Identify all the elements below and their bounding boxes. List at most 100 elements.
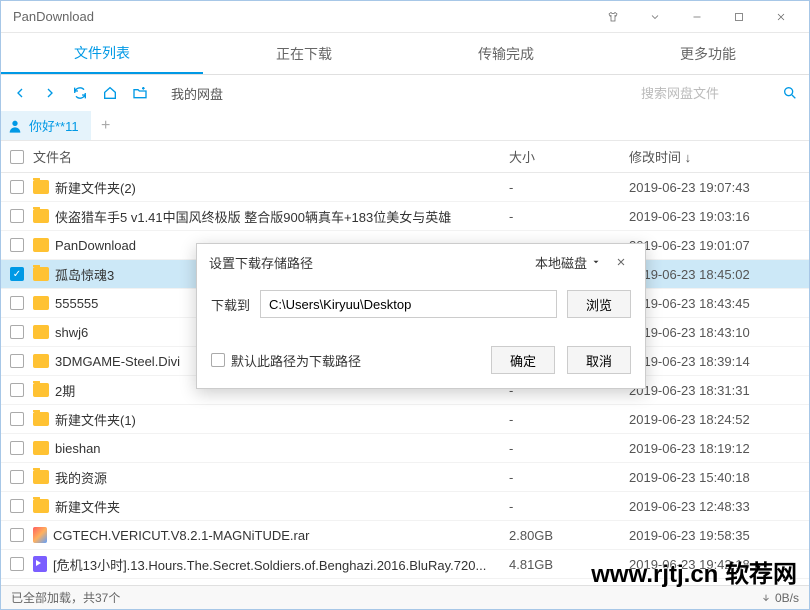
app-window: PanDownload 文件列表 正在下载 传输完成 更多功能 我的网盘 你好*… [0, 0, 810, 610]
close-button[interactable] [761, 3, 801, 31]
disk-selector[interactable]: 本地磁盘 [535, 253, 609, 272]
file-row[interactable]: 新建文件夹-2019-06-23 12:48:33 [1, 492, 809, 521]
user-tab[interactable]: 你好**11 [1, 111, 91, 140]
shirt-icon[interactable] [593, 3, 633, 31]
file-size: - [509, 470, 629, 485]
home-button[interactable] [95, 78, 125, 108]
titlebar: PanDownload [1, 1, 809, 33]
row-checkbox[interactable] [10, 412, 24, 426]
folder-icon [33, 180, 49, 194]
browse-button[interactable]: 浏览 [567, 290, 631, 318]
breadcrumb[interactable]: 我的网盘 [155, 84, 635, 103]
file-name: 侠盗猎车手5 v1.41中国风终极版 整合版900辆真车+183位美女与英雄 [55, 207, 451, 226]
ok-button[interactable]: 确定 [491, 346, 555, 374]
file-name: 我的资源 [55, 468, 107, 487]
download-path-input[interactable] [260, 290, 557, 318]
file-row[interactable]: bieshan-2019-06-23 18:19:12 [1, 434, 809, 463]
back-button[interactable] [5, 78, 35, 108]
maximize-button[interactable] [719, 3, 759, 31]
status-text: 已全部加载，共37个 [11, 589, 761, 606]
file-name: 新建文件夹 [55, 497, 120, 516]
file-row[interactable]: [危机13小时].13.Hours.The.Secret.Soldiers.of… [1, 550, 809, 579]
column-headers: 文件名 大小 修改时间 ↓ [1, 141, 809, 173]
file-size: - [509, 180, 629, 195]
file-row[interactable]: 侠盗猎车手5 v1.41中国风终极版 整合版900辆真车+183位美女与英雄 -2… [1, 202, 809, 231]
folder-icon [33, 383, 49, 397]
row-checkbox[interactable] [10, 209, 24, 223]
file-size: - [509, 441, 629, 456]
file-row[interactable]: CGTECH.VERICUT.V8.2.1-MAGNiTUDE.rar 2.80G… [1, 521, 809, 550]
toolbar: 我的网盘 [1, 75, 809, 111]
header-size[interactable]: 大小 [509, 147, 629, 166]
tab-file-list[interactable]: 文件列表 [1, 33, 203, 74]
dialog-close-button[interactable] [609, 250, 633, 274]
tab-more[interactable]: 更多功能 [607, 33, 809, 74]
tab-downloading[interactable]: 正在下载 [203, 33, 405, 74]
header-name[interactable]: 文件名 [33, 147, 509, 166]
file-date: 2019-06-23 19:03:16 [629, 209, 809, 224]
row-checkbox[interactable] [10, 354, 24, 368]
file-date: 2019-06-23 18:24:52 [629, 412, 809, 427]
file-date: 2019-06-23 19:58:35 [629, 528, 809, 543]
file-date: 2019-06-23 18:19:12 [629, 441, 809, 456]
minimize-button[interactable] [677, 3, 717, 31]
cancel-button[interactable]: 取消 [567, 346, 631, 374]
search-input[interactable] [635, 80, 775, 106]
file-size: 2.80GB [509, 528, 629, 543]
file-row[interactable]: 新建文件夹(1)-2019-06-23 18:24:52 [1, 405, 809, 434]
download-to-label: 下载到 [211, 295, 250, 314]
app-title: PanDownload [9, 9, 593, 24]
add-user-button[interactable]: + [91, 117, 121, 135]
row-checkbox[interactable] [10, 296, 24, 310]
file-icon [33, 556, 47, 572]
file-name: CGTECH.VERICUT.V8.2.1-MAGNiTUDE.rar [53, 528, 309, 543]
folder-icon [33, 499, 49, 513]
file-size: - [509, 209, 629, 224]
row-checkbox[interactable] [10, 238, 24, 252]
download-path-dialog: 设置下载存储路径 本地磁盘 下载到 浏览 默认此路径为下载路径 确定 取消 [196, 243, 646, 389]
file-row[interactable]: 新建文件夹(2)-2019-06-23 19:07:43 [1, 173, 809, 202]
row-checkbox[interactable] [10, 180, 24, 194]
user-tab-row: 你好**11 + [1, 111, 809, 141]
file-icon [33, 527, 47, 543]
download-arrow-icon [761, 593, 771, 603]
row-checkbox[interactable] [10, 499, 24, 513]
select-all-checkbox[interactable] [10, 150, 24, 164]
folder-icon [33, 325, 49, 339]
folder-icon [33, 296, 49, 310]
file-name: shwj6 [55, 325, 88, 340]
row-checkbox[interactable] [10, 267, 24, 281]
file-date: 2019-06-23 18:43:45 [629, 296, 809, 311]
folder-icon [33, 209, 49, 223]
file-date: 2019-06-23 18:31:31 [629, 383, 809, 398]
file-date: 2019-06-23 19:42:18 [629, 557, 809, 572]
search-icon[interactable] [775, 78, 805, 108]
file-date: 2019-06-23 18:45:02 [629, 267, 809, 282]
refresh-button[interactable] [65, 78, 95, 108]
dropdown-icon[interactable] [635, 3, 675, 31]
file-size: - [509, 412, 629, 427]
file-date: 2019-06-23 18:43:10 [629, 325, 809, 340]
tab-completed[interactable]: 传输完成 [405, 33, 607, 74]
chevron-down-icon [591, 257, 601, 267]
row-checkbox[interactable] [10, 441, 24, 455]
folder-icon [33, 354, 49, 368]
header-date[interactable]: 修改时间 ↓ [629, 147, 809, 166]
file-name: 孤岛惊魂3 [55, 265, 114, 284]
forward-button[interactable] [35, 78, 65, 108]
folder-icon [33, 412, 49, 426]
row-checkbox[interactable] [10, 383, 24, 397]
row-checkbox[interactable] [10, 528, 24, 542]
file-date: 2019-06-23 15:40:18 [629, 470, 809, 485]
default-path-checkbox[interactable] [211, 353, 225, 367]
folder-icon [33, 441, 49, 455]
status-speed: 0B/s [775, 591, 799, 605]
file-name: 3DMGAME-Steel.Divi [55, 354, 180, 369]
row-checkbox[interactable] [10, 470, 24, 484]
new-folder-button[interactable] [125, 78, 155, 108]
file-name: 2期 [55, 381, 75, 400]
file-row[interactable]: 我的资源 -2019-06-23 15:40:18 [1, 463, 809, 492]
row-checkbox[interactable] [10, 557, 24, 571]
row-checkbox[interactable] [10, 325, 24, 339]
folder-icon [33, 470, 49, 484]
